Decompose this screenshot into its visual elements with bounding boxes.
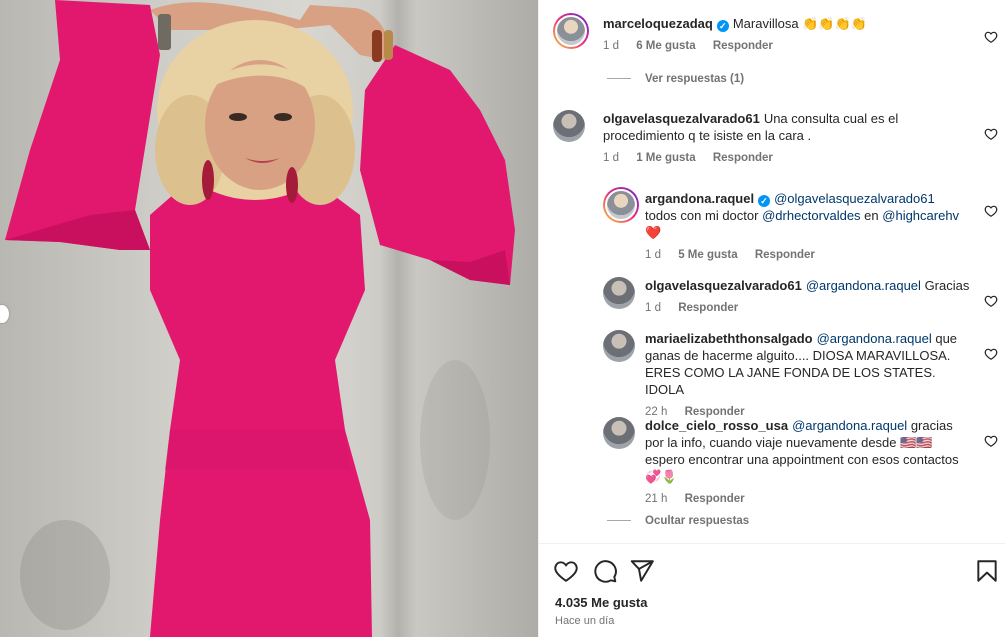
comment-username[interactable]: argandona.raquel <box>645 191 754 206</box>
comment-text: ❤️ <box>645 225 662 240</box>
avatar[interactable] <box>603 417 635 449</box>
verified-badge-icon: ✓ <box>758 195 771 207</box>
comment-text: en <box>864 208 879 223</box>
comment-time[interactable]: 1 d <box>645 249 661 261</box>
hide-replies-toggle[interactable]: Ocultar respuestas <box>607 515 749 527</box>
like-comment-heart-icon[interactable] <box>984 434 998 448</box>
mention-link[interactable]: @argandona.raquel <box>806 278 921 293</box>
comment-text: Maravillosa 👏👏👏👏 <box>732 16 867 31</box>
reply-button[interactable]: Responder <box>713 40 773 52</box>
comment-likes[interactable]: 6 Me gusta <box>636 40 695 52</box>
comment-text: todos con mi doctor <box>645 208 759 223</box>
woman-figure <box>5 0 515 637</box>
reply-button[interactable]: Responder <box>678 302 738 314</box>
mention-link[interactable]: @highcarehv <box>882 208 959 223</box>
share-icon[interactable] <box>629 558 655 584</box>
post-photo[interactable] <box>0 0 538 637</box>
comment-time[interactable]: 21 h <box>645 493 667 505</box>
avatar[interactable] <box>553 13 589 49</box>
comment-icon[interactable] <box>592 558 618 584</box>
post-actions: 4.035 Me gusta Hace un día <box>539 543 1005 637</box>
comment-username[interactable]: marceloquezadaq <box>603 16 713 31</box>
mention-link[interactable]: @olgavelasquezalvarado61 <box>774 191 935 206</box>
avatar[interactable] <box>603 187 639 223</box>
comments-list: marceloquezadaq ✓ Maravillosa 👏👏👏👏 1 d 6 M… <box>539 0 1005 543</box>
heart-icon[interactable] <box>553 558 579 584</box>
comment-username[interactable]: olgavelasquezalvarado61 <box>645 278 802 293</box>
like-comment-heart-icon[interactable] <box>984 127 998 141</box>
like-comment-heart-icon[interactable] <box>984 30 998 44</box>
avatar[interactable] <box>553 110 585 142</box>
like-comment-heart-icon[interactable] <box>984 204 998 218</box>
post-likes-count[interactable]: 4.035 Me gusta <box>555 595 648 610</box>
comment-likes[interactable]: 1 Me gusta <box>636 152 695 164</box>
like-comment-heart-icon[interactable] <box>984 347 998 361</box>
comment-username[interactable]: dolce_cielo_rosso_usa <box>645 418 788 433</box>
comment-likes[interactable]: 5 Me gusta <box>678 249 737 261</box>
mention-link[interactable]: @argandona.raquel <box>792 418 907 433</box>
comment-username[interactable]: mariaelizabeththonsalgado <box>645 331 813 346</box>
avatar[interactable] <box>603 277 635 309</box>
view-replies-toggle[interactable]: Ver respuestas (1) <box>607 73 744 85</box>
reply-button[interactable]: Responder <box>713 152 773 164</box>
post-timestamp[interactable]: Hace un día <box>555 615 614 627</box>
reply-button[interactable]: Responder <box>755 249 815 261</box>
comment-time[interactable]: 1 d <box>645 302 661 314</box>
like-comment-heart-icon[interactable] <box>984 294 998 308</box>
avatar[interactable] <box>603 330 635 362</box>
verified-badge-icon: ✓ <box>716 20 729 32</box>
bookmark-icon[interactable] <box>974 558 1000 584</box>
comment-time[interactable]: 1 d <box>603 152 619 164</box>
reply-button[interactable]: Responder <box>685 493 745 505</box>
mention-link[interactable]: @argandona.raquel <box>817 331 932 346</box>
comments-panel: marceloquezadaq ✓ Maravillosa 👏👏👏👏 1 d 6 M… <box>538 0 1005 637</box>
comment-text: Gracias <box>924 278 970 293</box>
comment-username[interactable]: olgavelasquezalvarado61 <box>603 111 760 126</box>
mention-link[interactable]: @drhectorvaldes <box>762 208 860 223</box>
comment-time[interactable]: 1 d <box>603 40 619 52</box>
